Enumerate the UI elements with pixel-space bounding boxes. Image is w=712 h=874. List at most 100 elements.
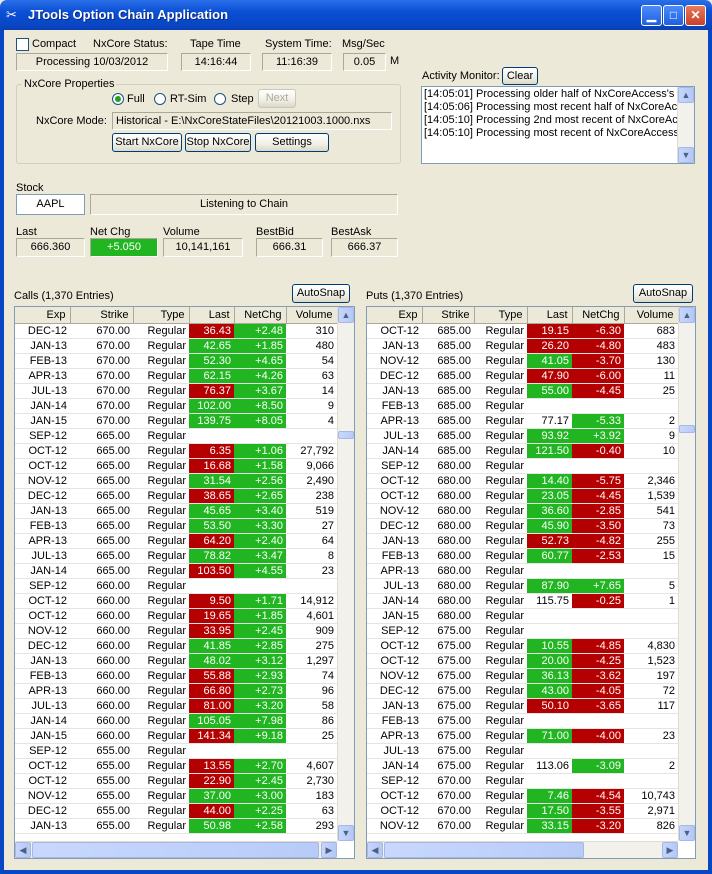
scroll-thumb[interactable] [384,842,584,858]
table-row[interactable]: FEB-13 685.00 Regular [367,398,678,414]
table-row[interactable]: SEP-12 660.00 Regular [15,578,337,594]
scroll-right-icon[interactable]: ▶ [662,842,678,858]
rtsim-radio[interactable] [154,93,166,105]
table-row[interactable]: OCT-12 680.00 Regular 14.40 -5.75 2,346 [367,473,678,489]
column-header-type[interactable]: Type [133,307,190,324]
minimize-button[interactable]: ▁ [641,5,662,26]
table-row[interactable]: JUL-13 675.00 Regular [367,743,678,759]
table-row[interactable]: OCT-12 655.00 Regular 13.55 +2.70 4,607 [15,758,337,774]
close-button[interactable]: ✕ [685,5,706,26]
calls-autosnap-button[interactable]: AutoSnap [292,284,350,303]
next-button[interactable]: Next [258,89,296,108]
full-radio[interactable] [112,93,124,105]
table-row[interactable]: DEC-12 660.00 Regular 41.85 +2.85 275 [15,638,337,654]
step-radio[interactable] [214,93,226,105]
column-header-volume[interactable]: Volume [286,307,338,324]
table-row[interactable]: JAN-13 675.00 Regular 50.10 -3.65 117 [367,698,678,714]
scroll-right-icon[interactable]: ▶ [321,842,337,858]
table-row[interactable]: FEB-13 670.00 Regular 52.30 +4.65 54 [15,353,337,369]
table-row[interactable]: NOV-12 685.00 Regular 41.05 -3.70 130 [367,353,678,369]
table-row[interactable]: DEC-12 655.00 Regular 44.00 +2.25 63 [15,803,337,819]
table-row[interactable]: SEP-12 665.00 Regular [15,428,337,444]
table-row[interactable]: DEC-12 680.00 Regular 45.90 -3.50 73 [367,518,678,534]
column-header-volume[interactable]: Volume [624,307,679,324]
table-row[interactable]: SEP-12 670.00 Regular [367,773,678,789]
table-row[interactable]: OCT-12 675.00 Regular 20.00 -4.25 1,523 [367,653,678,669]
table-row[interactable]: OCT-12 655.00 Regular 22.90 +2.45 2,730 [15,773,337,789]
table-row[interactable]: NOV-12 655.00 Regular 37.00 +3.00 183 [15,788,337,804]
table-row[interactable]: APR-13 660.00 Regular 66.80 +2.73 96 [15,683,337,699]
table-row[interactable]: OCT-12 675.00 Regular 10.55 -4.85 4,830 [367,638,678,654]
table-row[interactable]: JAN-15 680.00 Regular [367,608,678,624]
start-nxcore-button[interactable]: Start NxCore [112,133,182,152]
scroll-thumb[interactable] [32,842,319,858]
scroll-down-icon[interactable]: ▼ [678,147,694,163]
compact-checkbox[interactable] [16,38,29,51]
table-row[interactable]: NOV-12 665.00 Regular 31.54 +2.56 2,490 [15,473,337,489]
table-row[interactable]: JAN-14 680.00 Regular 115.75 -0.25 1 [367,593,678,609]
table-row[interactable]: DEC-12 665.00 Regular 38.65 +2.65 238 [15,488,337,504]
scroll-down-icon[interactable]: ▼ [338,825,354,841]
column-header-last[interactable]: Last [189,307,235,324]
column-header-exp[interactable]: Exp [15,307,71,324]
table-row[interactable]: JAN-13 685.00 Regular 26.20 -4.80 483 [367,338,678,354]
table-row[interactable]: DEC-12 670.00 Regular 36.43 +2.48 310 [15,323,337,339]
table-row[interactable]: OCT-12 665.00 Regular 6.35 +1.06 27,792 [15,443,337,459]
scroll-down-icon[interactable]: ▼ [679,825,695,841]
column-header-strike[interactable]: Strike [70,307,134,324]
table-row[interactable]: JAN-13 660.00 Regular 48.02 +3.12 1,297 [15,653,337,669]
scroll-thumb[interactable] [338,431,354,439]
activity-vertical-scrollbar[interactable]: ▲ ▼ [677,87,694,163]
table-row[interactable]: OCT-12 685.00 Regular 19.15 -6.30 683 [367,323,678,339]
table-row[interactable]: FEB-13 675.00 Regular [367,713,678,729]
table-row[interactable]: JUL-13 660.00 Regular 81.00 +3.20 58 [15,698,337,714]
table-row[interactable]: SEP-12 675.00 Regular [367,623,678,639]
table-row[interactable]: APR-13 675.00 Regular 71.00 -4.00 23 [367,728,678,744]
table-row[interactable]: OCT-12 660.00 Regular 9.50 +1.71 14,912 [15,593,337,609]
clear-button[interactable]: Clear [502,67,538,85]
scroll-thumb[interactable] [679,425,695,433]
table-row[interactable]: OCT-12 670.00 Regular 7.46 -4.54 10,743 [367,788,678,804]
table-row[interactable]: JAN-14 660.00 Regular 105.05 +7.98 86 [15,713,337,729]
calls-horizontal-scrollbar[interactable]: ◀ ▶ [15,841,337,858]
table-row[interactable]: APR-13 670.00 Regular 62.15 +4.26 63 [15,368,337,384]
title-bar[interactable]: ✂ JTools Option Chain Application ▁ □ ✕ [0,0,712,30]
table-row[interactable]: JAN-15 670.00 Regular 139.75 +8.05 4 [15,413,337,429]
settings-button[interactable]: Settings [255,133,329,152]
table-row[interactable]: NOV-12 675.00 Regular 36.13 -3.62 197 [367,668,678,684]
table-row[interactable]: DEC-12 685.00 Regular 47.90 -6.00 11 [367,368,678,384]
table-row[interactable]: JUL-13 680.00 Regular 87.90 +7.65 5 [367,578,678,594]
table-row[interactable]: JAN-13 680.00 Regular 52.73 -4.82 255 [367,533,678,549]
table-row[interactable]: OCT-12 665.00 Regular 16.68 +1.58 9,066 [15,458,337,474]
table-row[interactable]: APR-13 680.00 Regular [367,563,678,579]
puts-autosnap-button[interactable]: AutoSnap [633,284,693,303]
activity-monitor-list[interactable]: [14:05:01] Processing older half of NxCo… [421,86,695,164]
maximize-button[interactable]: □ [663,5,684,26]
table-row[interactable]: JAN-13 685.00 Regular 55.00 -4.45 25 [367,383,678,399]
table-row[interactable]: JAN-13 665.00 Regular 45.65 +3.40 519 [15,503,337,519]
scroll-up-icon[interactable]: ▲ [338,307,354,323]
table-row[interactable]: OCT-12 670.00 Regular 17.50 -3.55 2,971 [367,803,678,819]
column-header-last[interactable]: Last [527,307,573,324]
table-row[interactable]: JAN-13 655.00 Regular 50.98 +2.58 293 [15,818,337,834]
table-row[interactable]: APR-13 685.00 Regular 77.17 -5.33 2 [367,413,678,429]
stock-symbol-input[interactable]: AAPL [16,194,85,215]
column-header-type[interactable]: Type [474,307,528,324]
table-row[interactable]: JAN-15 660.00 Regular 141.34 +9.18 25 [15,728,337,744]
column-header-netchg[interactable]: NetChg [572,307,625,324]
table-row[interactable]: SEP-12 680.00 Regular [367,458,678,474]
calls-grid[interactable]: Exp Strike Type Last NetChg Volume DEC-12 670.… [14,306,355,859]
table-row[interactable]: JAN-13 670.00 Regular 42.65 +1.85 480 [15,338,337,354]
scroll-up-icon[interactable]: ▲ [679,307,695,323]
table-row[interactable]: NOV-12 680.00 Regular 36.60 -2.85 541 [367,503,678,519]
table-row[interactable]: FEB-13 665.00 Regular 53.50 +3.30 27 [15,518,337,534]
table-row[interactable]: NOV-12 660.00 Regular 33.95 +2.45 909 [15,623,337,639]
puts-horizontal-scrollbar[interactable]: ◀ ▶ [367,841,678,858]
table-row[interactable]: JUL-13 665.00 Regular 78.82 +3.47 8 [15,548,337,564]
puts-vertical-scrollbar[interactable]: ▲ ▼ [678,307,695,841]
table-row[interactable]: OCT-12 680.00 Regular 23.05 -4.45 1,539 [367,488,678,504]
table-row[interactable]: FEB-13 660.00 Regular 55.88 +2.93 74 [15,668,337,684]
table-row[interactable]: JAN-14 665.00 Regular 103.50 +4.55 23 [15,563,337,579]
table-row[interactable]: APR-13 665.00 Regular 64.20 +2.40 64 [15,533,337,549]
table-row[interactable]: JUL-13 670.00 Regular 76.37 +3.67 14 [15,383,337,399]
